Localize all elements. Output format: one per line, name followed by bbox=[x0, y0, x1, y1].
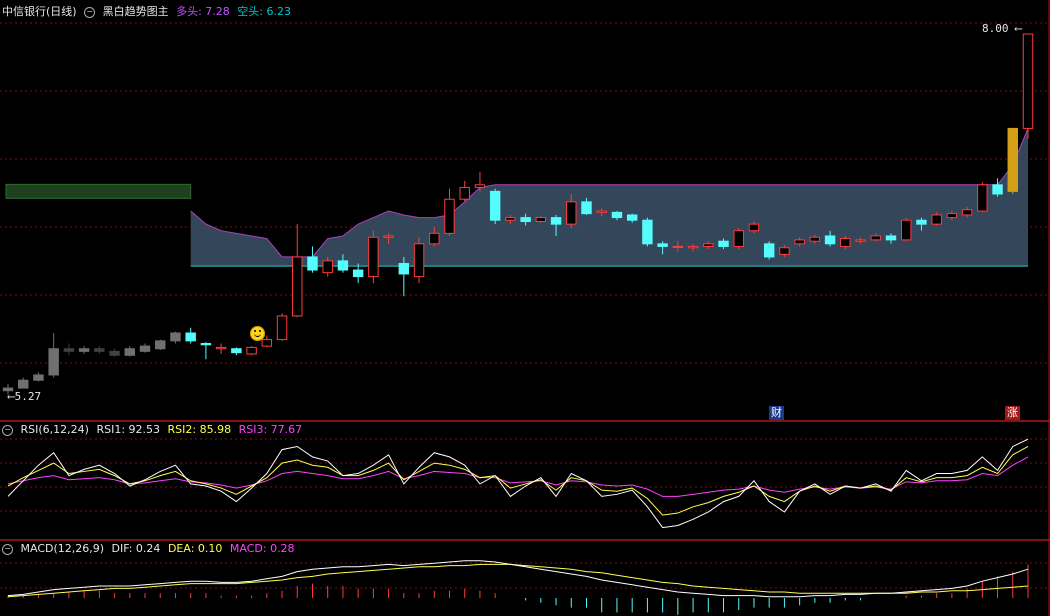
candle-body bbox=[763, 243, 775, 258]
candle-body bbox=[611, 211, 623, 219]
candle-body bbox=[642, 219, 653, 245]
chart-window: 中信银行(日线) − 黑白趋势图主 多头: 7.28 空头: 6.23 − RS… bbox=[0, 0, 1050, 616]
candle-body bbox=[931, 214, 942, 225]
candle-body bbox=[779, 247, 790, 255]
candle-body bbox=[855, 239, 866, 242]
candle-body bbox=[352, 269, 364, 278]
candle-body bbox=[33, 374, 44, 381]
candle-body bbox=[809, 236, 821, 242]
short-value: 空头: 6.23 bbox=[237, 5, 291, 18]
arrow-left-icon: ⟵ bbox=[8, 390, 15, 403]
main-header: 中信银行(日线) − 黑白趋势图主 多头: 7.28 空头: 6.23 bbox=[2, 4, 295, 20]
rsi-header: − RSI(6,12,24) RSI1: 92.53 RSI2: 85.98 R… bbox=[2, 422, 306, 438]
candle-body bbox=[657, 243, 668, 247]
candle-body bbox=[109, 350, 120, 356]
candle-body bbox=[398, 262, 410, 275]
collapse-icon[interactable]: − bbox=[84, 6, 96, 18]
candle-body bbox=[413, 243, 425, 278]
limit-up-tag[interactable]: 涨 bbox=[1005, 406, 1020, 420]
long-value: 多头: 7.28 bbox=[176, 5, 230, 18]
candle-body bbox=[992, 184, 1003, 195]
candle-body bbox=[383, 235, 394, 238]
candle-body bbox=[185, 332, 196, 342]
candle-body bbox=[18, 379, 29, 389]
candle-body bbox=[429, 232, 440, 245]
candle-body bbox=[170, 332, 181, 342]
prior-trend-box bbox=[5, 183, 192, 199]
candle-body bbox=[794, 239, 805, 245]
candle-body bbox=[231, 348, 242, 354]
rsi2-value: RSI2: 85.98 bbox=[167, 423, 232, 436]
high-price-label: 8.00 ⟵ bbox=[982, 22, 1022, 35]
candle-body bbox=[322, 260, 333, 274]
macd-name[interactable]: MACD(12,26,9) bbox=[21, 542, 105, 555]
candle-body bbox=[459, 186, 470, 200]
chart-canvas[interactable] bbox=[0, 0, 1050, 616]
collapse-icon[interactable]: − bbox=[2, 543, 13, 555]
candle-body bbox=[550, 217, 562, 225]
candle-body bbox=[215, 346, 227, 350]
arrow-left-icon: ⟵ bbox=[1008, 22, 1022, 35]
low-price-label: ⟵5.27 bbox=[8, 390, 42, 403]
candle-body bbox=[703, 243, 714, 247]
financial-report-tag[interactable]: 财 bbox=[769, 406, 784, 420]
candle-body bbox=[155, 340, 166, 350]
candle-body bbox=[718, 240, 729, 247]
candle-body bbox=[626, 214, 638, 221]
symbol-title[interactable]: 中信银行(日线) bbox=[2, 5, 77, 18]
candle-body bbox=[505, 217, 516, 221]
dif-value: DIF: 0.24 bbox=[111, 542, 161, 555]
candle-body bbox=[535, 217, 547, 223]
candle-body bbox=[885, 235, 897, 241]
candle-body bbox=[596, 210, 607, 213]
collapse-icon[interactable]: − bbox=[2, 424, 13, 436]
candle-body bbox=[824, 235, 836, 245]
macd-value: MACD: 0.28 bbox=[229, 542, 295, 555]
candle-body bbox=[581, 201, 592, 215]
candle-body bbox=[337, 260, 349, 271]
candle-body bbox=[520, 217, 531, 223]
candle-body bbox=[672, 245, 684, 248]
dea-value: DEA: 0.10 bbox=[167, 542, 223, 555]
candle-body bbox=[48, 348, 59, 376]
candle-body bbox=[78, 348, 90, 352]
candle-body bbox=[1007, 127, 1018, 192]
macd-header: − MACD(12,26,9) DIF: 0.24 DEA: 0.10 MACD… bbox=[2, 541, 299, 557]
candle-body bbox=[961, 209, 973, 216]
candle-body bbox=[139, 345, 151, 352]
candle-body bbox=[368, 236, 379, 278]
candle-body bbox=[200, 342, 212, 346]
candle-body bbox=[474, 184, 486, 188]
candle-body bbox=[292, 256, 303, 317]
candle-body bbox=[261, 339, 273, 347]
candle-body bbox=[977, 184, 988, 212]
smiley-icon[interactable] bbox=[250, 326, 265, 341]
candle-body bbox=[489, 190, 501, 221]
dea-line bbox=[7, 563, 1029, 598]
candle-body bbox=[733, 230, 744, 247]
candle-body bbox=[946, 213, 958, 219]
candle-body bbox=[124, 348, 136, 356]
candle-body bbox=[246, 346, 257, 355]
rsi1-line bbox=[7, 438, 1029, 529]
dif-line bbox=[7, 560, 1029, 598]
rsi1-value: RSI1: 92.53 bbox=[96, 423, 161, 436]
candle-body bbox=[840, 238, 851, 247]
candle-body bbox=[1022, 33, 1034, 129]
candle-body bbox=[870, 235, 881, 241]
rsi-name[interactable]: RSI(6,12,24) bbox=[21, 423, 89, 436]
candle-body bbox=[916, 219, 927, 225]
candle-body bbox=[444, 198, 455, 234]
candle-body bbox=[276, 315, 288, 341]
candle-body bbox=[748, 223, 760, 232]
indicator-name[interactable]: 黑白趋势图主 bbox=[103, 5, 169, 18]
candle-body bbox=[94, 348, 105, 352]
candle-body bbox=[566, 201, 577, 225]
candle-body bbox=[307, 256, 318, 271]
candle-body bbox=[900, 219, 912, 241]
candle-body bbox=[687, 245, 699, 249]
trend-band bbox=[190, 128, 1028, 267]
rsi3-value: RSI3: 77.67 bbox=[238, 423, 303, 436]
candle-body bbox=[63, 348, 75, 352]
